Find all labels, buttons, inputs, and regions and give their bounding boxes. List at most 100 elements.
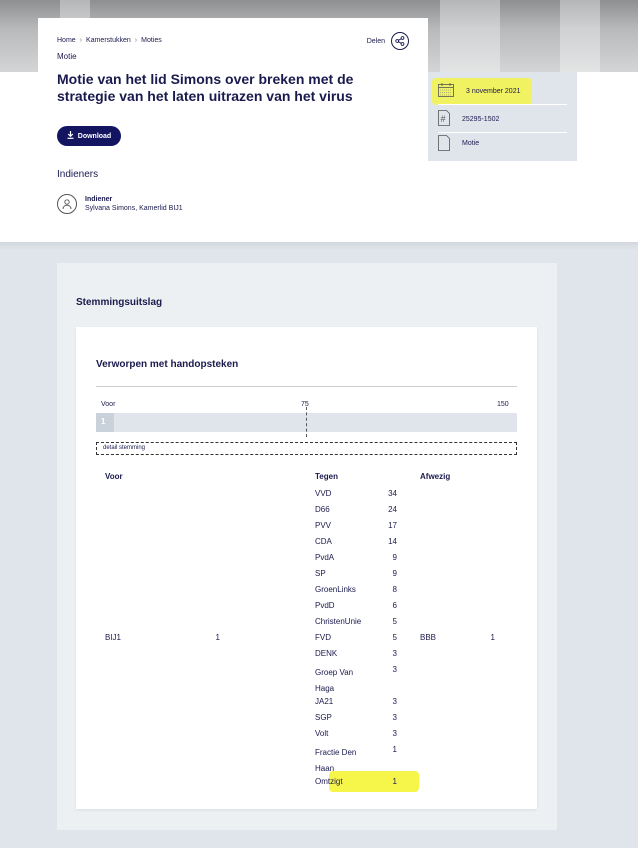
meta-date: 3 november 2021 bbox=[466, 87, 521, 95]
party-seats: 5 bbox=[392, 633, 397, 642]
party-seats: 1 bbox=[215, 633, 220, 642]
meta-date-row: 3 november 2021 bbox=[438, 78, 567, 105]
tegen-row: Volt 3 bbox=[315, 729, 397, 738]
party-name: GroenLinks bbox=[315, 585, 356, 594]
tegen-row: FVD 5 bbox=[315, 633, 397, 642]
document-icon bbox=[438, 134, 450, 153]
party-seats: 8 bbox=[392, 585, 397, 594]
axis-label-max: 150 bbox=[497, 401, 509, 408]
download-icon bbox=[67, 131, 74, 141]
stemming-card: Verworpen met handopsteken Voor 75 150 1… bbox=[76, 327, 537, 809]
party-seats: 1 bbox=[490, 633, 495, 642]
party-seats: 5 bbox=[392, 617, 397, 626]
meta-type: Motie bbox=[462, 140, 480, 147]
tegen-row: D66 24 bbox=[315, 505, 397, 514]
hash-icon: # bbox=[438, 110, 450, 128]
breadcrumb-separator: › bbox=[134, 37, 138, 44]
party-name: BBB bbox=[420, 633, 437, 642]
party-name: CDA bbox=[315, 537, 332, 546]
meta-list: 3 november 2021 # 25295-1502 Motie bbox=[428, 72, 577, 161]
tegen-row: GroenLinks 8 bbox=[315, 585, 397, 594]
stemming-heading: Stemmingsuitslag bbox=[76, 297, 163, 308]
divider bbox=[96, 386, 517, 387]
party-name: PvdD bbox=[315, 601, 335, 610]
party-name: PVV bbox=[315, 521, 332, 530]
party-name: Volt bbox=[315, 729, 329, 738]
party-seats: 14 bbox=[388, 537, 397, 546]
share-icon bbox=[391, 32, 409, 50]
tegen-row: Groep Van Haga 3 bbox=[315, 665, 397, 697]
column-tegen: Tegen bbox=[315, 472, 338, 481]
party-seats: 24 bbox=[388, 505, 397, 514]
party-seats: 17 bbox=[388, 521, 397, 530]
breadcrumb-home[interactable]: Home bbox=[57, 37, 76, 44]
column-afwezig: Afwezig bbox=[420, 472, 451, 481]
majority-line bbox=[306, 407, 307, 437]
meta-number-row: # 25295-1502 bbox=[438, 106, 567, 133]
party-seats: 9 bbox=[392, 569, 397, 578]
stemming-section: Stemmingsuitslag Verworpen met handopste… bbox=[57, 263, 557, 830]
party-name: FVD bbox=[315, 633, 331, 642]
tegen-row: ChristenUnie 5 bbox=[315, 617, 397, 626]
party-name: Fractie Den Haan bbox=[315, 748, 357, 773]
breadcrumb-separator: › bbox=[79, 37, 83, 44]
tegen-row: Fractie Den Haan 1 bbox=[315, 745, 397, 777]
download-label: Download bbox=[77, 132, 112, 140]
download-button[interactable]: Download bbox=[57, 126, 121, 146]
tegen-row: PvdA 9 bbox=[315, 553, 397, 562]
party-seats: 3 bbox=[392, 649, 397, 658]
indiener-item: Indiener Sylvana Simons, Kamerlid BIJ1 bbox=[57, 194, 183, 214]
afwezig-row: BBB 1 bbox=[420, 633, 510, 642]
stemming-result: Verworpen met handopsteken bbox=[96, 359, 239, 370]
party-name: D66 bbox=[315, 505, 330, 514]
party-name: BIJ1 bbox=[105, 633, 122, 642]
party-seats: 3 bbox=[392, 697, 397, 706]
tegen-row: CDA 14 bbox=[315, 537, 397, 546]
party-name: SGP bbox=[315, 713, 332, 722]
party-name: ChristenUnie bbox=[315, 617, 362, 626]
tegen-row: SGP 3 bbox=[315, 713, 397, 722]
tegen-row: Omtzigt 1 bbox=[315, 777, 397, 786]
breadcrumb-kamerstukken[interactable]: Kamerstukken bbox=[86, 37, 131, 44]
meta-number: 25295-1502 bbox=[462, 115, 500, 123]
share-button[interactable]: Delen bbox=[367, 32, 409, 50]
tegen-row: PVV 17 bbox=[315, 521, 397, 530]
person-icon bbox=[57, 194, 77, 214]
tegen-row: VVD 34 bbox=[315, 489, 397, 498]
axis-label-mid: 75 bbox=[301, 401, 309, 408]
svg-text:#: # bbox=[441, 114, 446, 124]
calendar-icon bbox=[438, 83, 454, 99]
party-name: SP bbox=[315, 569, 326, 578]
tegen-row: JA21 3 bbox=[315, 697, 397, 706]
tegen-row: DENK 3 bbox=[315, 649, 397, 658]
voor-row: BIJ1 1 bbox=[105, 633, 225, 642]
share-label: Delen bbox=[366, 37, 385, 45]
party-seats: 1 bbox=[392, 777, 397, 786]
indiener-name[interactable]: Sylvana Simons, Kamerlid BIJ1 bbox=[85, 205, 183, 212]
document-card: Home › Kamerstukken › Moties Delen Motie… bbox=[38, 18, 428, 242]
page-title: Motie van het lid Simons over breken met… bbox=[57, 71, 354, 104]
indieners-heading: Indieners bbox=[57, 169, 99, 180]
tegen-row: PvdD 6 bbox=[315, 601, 397, 610]
party-name: VVD bbox=[315, 489, 332, 498]
meta-type-row: Motie bbox=[438, 130, 567, 157]
tegen-row: SP 9 bbox=[315, 569, 397, 578]
document-type: Motie bbox=[57, 52, 77, 61]
party-name: Omtzigt bbox=[315, 777, 343, 786]
vote-bar-value: 1 bbox=[101, 417, 106, 426]
breadcrumb: Home › Kamerstukken › Moties bbox=[57, 37, 162, 44]
party-seats: 6 bbox=[392, 601, 397, 610]
indiener-role: Indiener bbox=[85, 196, 113, 203]
party-seats: 9 bbox=[392, 553, 397, 562]
column-voor: Voor bbox=[105, 472, 123, 481]
party-seats: 34 bbox=[388, 489, 397, 498]
party-seats: 3 bbox=[392, 729, 397, 738]
detail-stemming-toggle[interactable]: detail stemming bbox=[96, 442, 517, 455]
party-seats: 3 bbox=[392, 713, 397, 722]
breadcrumb-moties[interactable]: Moties bbox=[141, 37, 162, 44]
axis-label-voor: Voor bbox=[101, 401, 116, 408]
party-seats: 1 bbox=[392, 745, 397, 754]
party-name: PvdA bbox=[315, 553, 335, 562]
party-name: DENK bbox=[315, 649, 338, 658]
party-name: Groep Van Haga bbox=[315, 668, 354, 693]
